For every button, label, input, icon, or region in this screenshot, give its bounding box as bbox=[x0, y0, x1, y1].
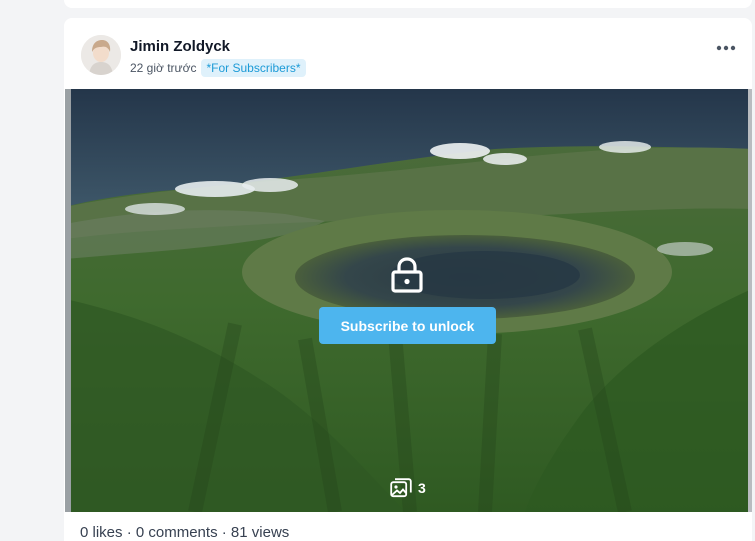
stats-separator: · bbox=[217, 524, 231, 541]
more-options-button[interactable] bbox=[714, 40, 738, 56]
post-time: 22 giờ trước bbox=[130, 61, 197, 75]
post-meta: 22 giờ trước *For Subscribers* bbox=[130, 58, 306, 78]
likes-count[interactable]: 0 likes bbox=[80, 524, 123, 541]
scroll-edge bbox=[748, 89, 752, 512]
avatar-image bbox=[81, 35, 121, 75]
more-horizontal-icon bbox=[716, 45, 736, 51]
previous-post-card bbox=[64, 0, 752, 8]
author-name[interactable]: Jimin Zoldyck bbox=[130, 38, 230, 55]
image-count-value: 3 bbox=[418, 480, 426, 496]
lock-icon bbox=[390, 257, 424, 293]
images-icon bbox=[390, 478, 412, 498]
image-count: 3 bbox=[390, 477, 426, 499]
volcano-crater-image bbox=[65, 89, 752, 512]
author-avatar[interactable] bbox=[81, 35, 121, 75]
subscribe-to-unlock-button[interactable]: Subscribe to unlock bbox=[319, 307, 496, 344]
locked-media: Subscribe to unlock 3 bbox=[65, 89, 752, 512]
stats-separator: · bbox=[122, 524, 136, 541]
feed-page: Jimin Zoldyck 22 giờ trước *For Subscrib… bbox=[0, 0, 755, 541]
comments-count[interactable]: 0 comments bbox=[136, 524, 218, 541]
subscribers-badge: *For Subscribers* bbox=[201, 59, 306, 77]
post-stats: 0 likes · 0 comments · 81 views bbox=[80, 524, 289, 541]
views-count: 81 views bbox=[230, 524, 290, 541]
post-card: Jimin Zoldyck 22 giờ trước *For Subscrib… bbox=[64, 18, 752, 541]
